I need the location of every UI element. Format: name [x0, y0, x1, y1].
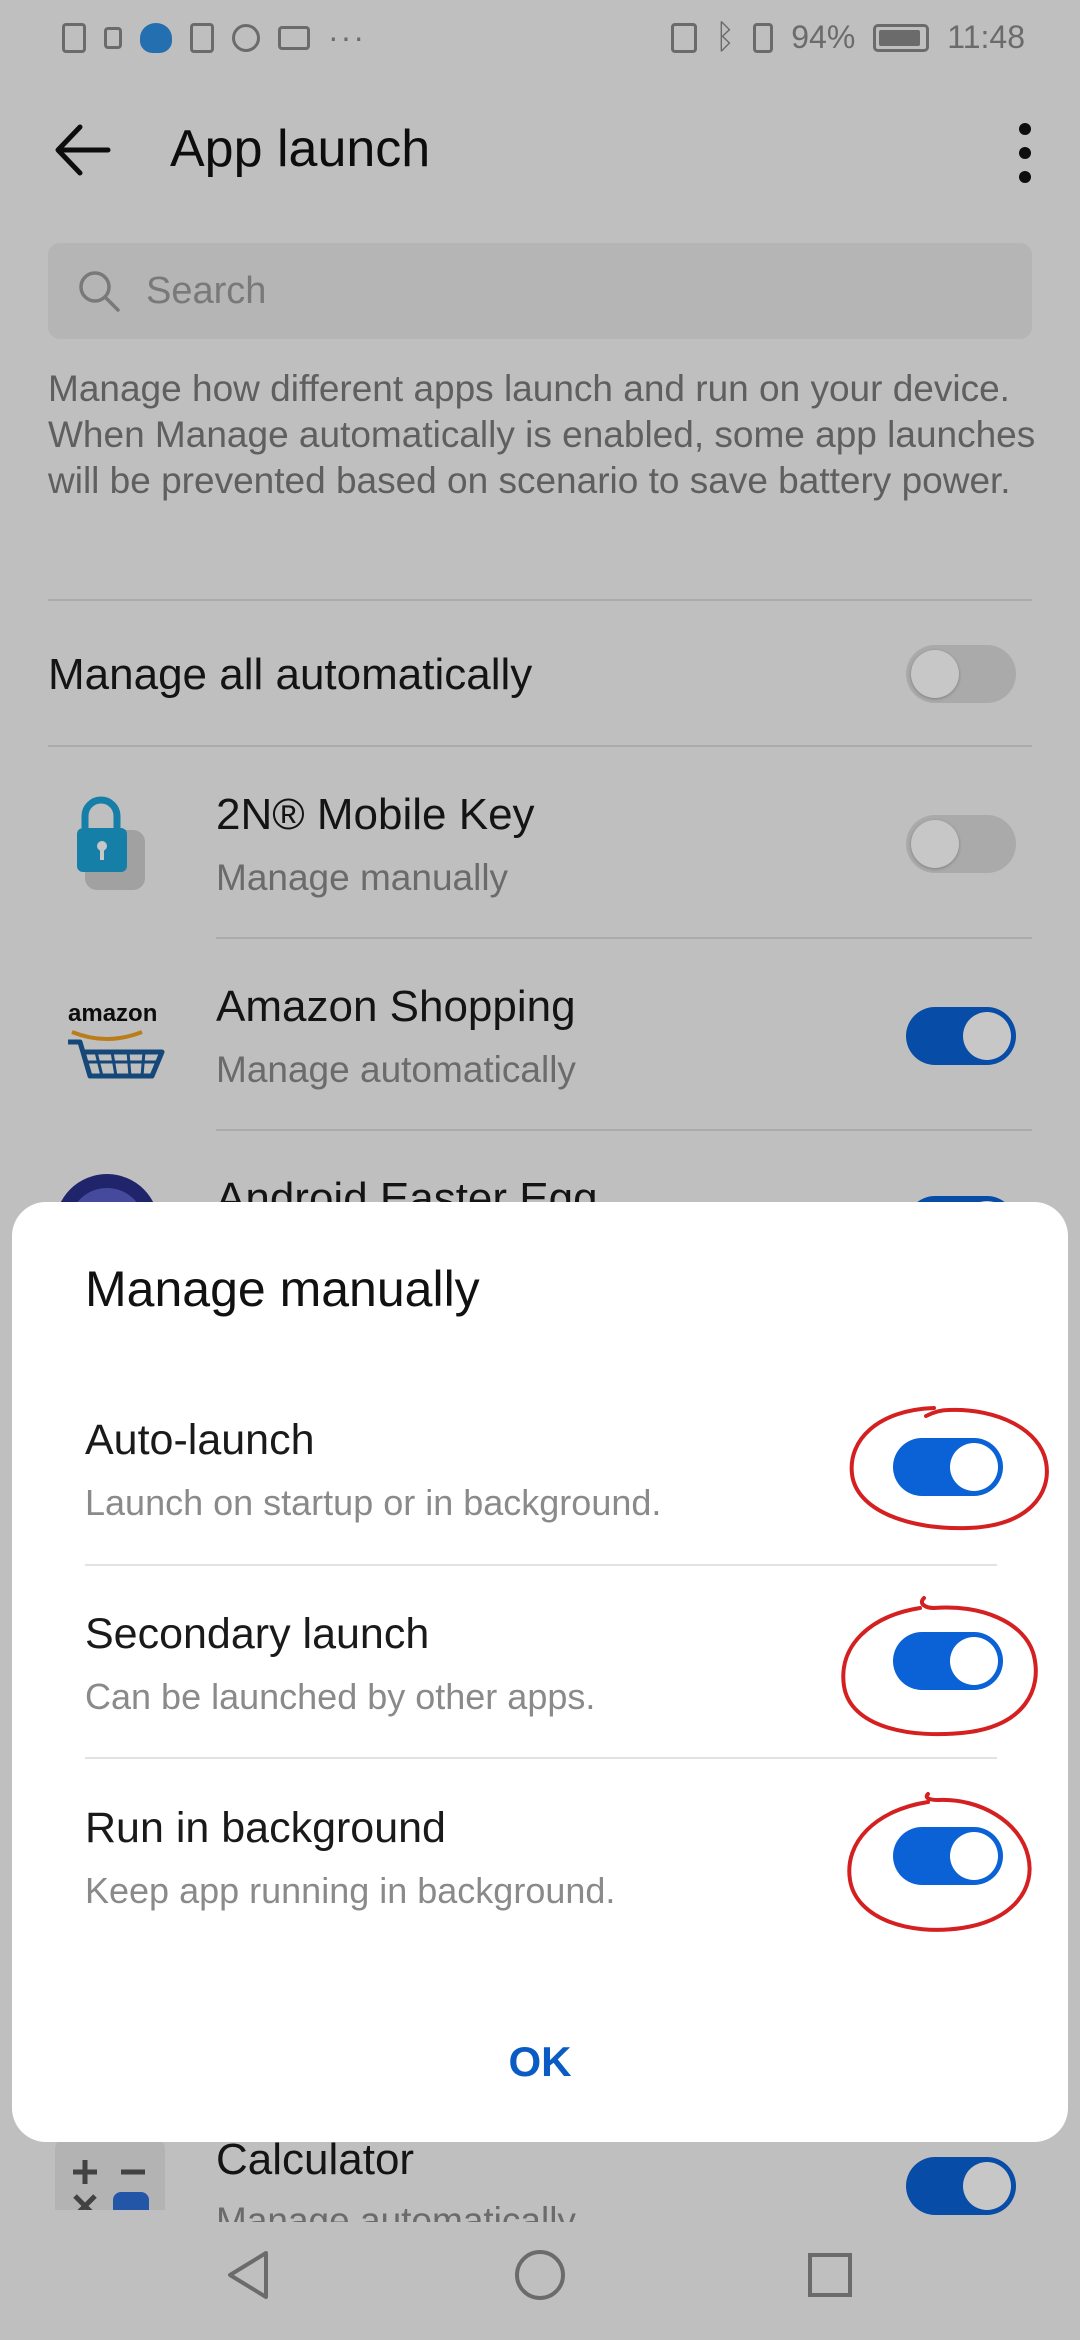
red-circle-annotation [841, 1596, 1038, 1737]
secondary-launch-label: Secondary launch [85, 1610, 430, 1658]
ok-button[interactable]: OK [430, 2022, 650, 2102]
run-in-background-description: Keep app running in background. [85, 1870, 616, 1911]
red-circle-annotation [847, 1792, 1032, 1932]
auto-launch-label: Auto-launch [85, 1416, 315, 1464]
red-circle-annotation [849, 1406, 1049, 1531]
divider [85, 1564, 997, 1566]
dialog-title: Manage manually [85, 1261, 480, 1317]
divider [85, 1757, 997, 1759]
auto-launch-description: Launch on startup or in background. [85, 1482, 662, 1523]
manage-manually-dialog: Manage manually Auto-launch Launch on st… [12, 1202, 1068, 2142]
secondary-launch-description: Can be launched by other apps. [85, 1676, 596, 1717]
run-in-background-label: Run in background [85, 1804, 446, 1852]
